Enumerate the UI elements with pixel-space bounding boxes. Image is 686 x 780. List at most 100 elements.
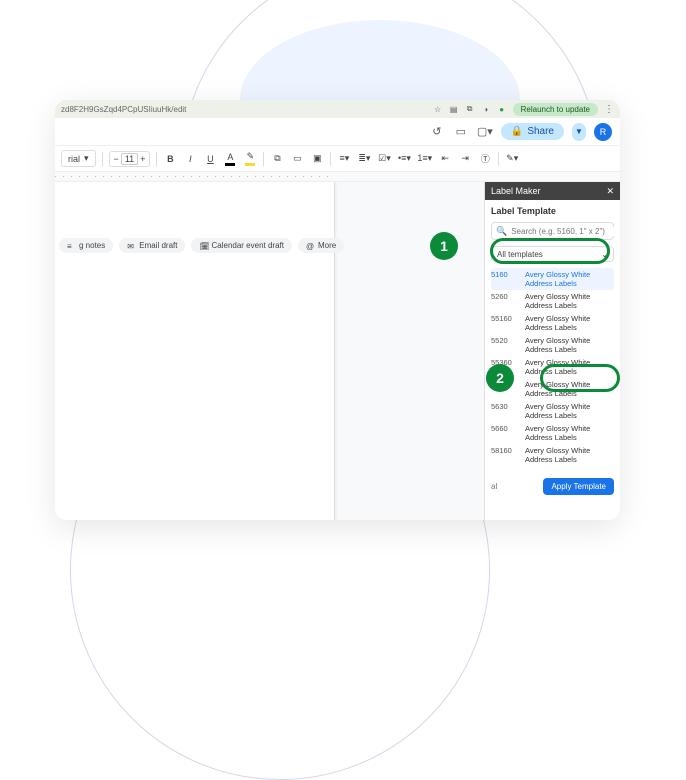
template-code: 55160 [491, 314, 519, 323]
star-icon[interactable]: ☆ [433, 104, 443, 114]
shield-icon[interactable]: ◑ [481, 104, 491, 114]
underline-button[interactable]: U [203, 151, 217, 167]
comment-icon[interactable]: ▭ [290, 151, 304, 167]
chip-label: More [318, 241, 336, 250]
browser-chrome: zd8F2H9GsZqd4PCpUSIiuuHk/edit ☆ ▤ ⧉ ◑ ● … [55, 100, 620, 118]
chip-email[interactable]: ✉ Email draft [119, 238, 185, 253]
template-code: 5260 [491, 292, 519, 301]
font-size-value[interactable]: 11 [121, 153, 138, 165]
template-code: 5630 [491, 402, 519, 411]
indent-increase-icon[interactable]: ⇥ [458, 151, 472, 167]
template-row[interactable]: 5520 Avery Glossy White Address Labels [491, 334, 614, 356]
image-icon[interactable]: ▣ [310, 151, 324, 167]
checklist-icon[interactable]: ☑▾ [377, 151, 391, 167]
line-spacing-button[interactable]: ≣▾ [357, 151, 371, 167]
separator [498, 152, 499, 166]
labelmaker-sidebar: Label Maker ✕ Label Template 🔍 All templ… [484, 182, 620, 520]
format-toolbar: rial ▾ − 11 + B I U A ✎ ⧉ ▭ ▣ ≡▾ ≣▾ ☑▾ •… [55, 146, 620, 172]
template-code: 58160 [491, 446, 519, 455]
document-canvas[interactable]: ≡ g notes ✉ Email draft 🗓 Calendar event dr… [55, 182, 484, 520]
dropdown-label: All templates [497, 250, 543, 259]
template-code: 5660 [491, 424, 519, 433]
editing-mode-icon[interactable]: ✎▾ [505, 151, 519, 167]
comments-icon[interactable]: ▭ [453, 124, 469, 140]
link-icon[interactable]: ⧉ [270, 151, 284, 167]
numbered-list-icon[interactable]: 1≡▾ [417, 151, 432, 167]
template-search[interactable]: 🔍 [491, 222, 614, 240]
browser-menu-icon[interactable]: ⋮ [604, 104, 614, 115]
ruler [55, 172, 620, 182]
at-icon: @ [306, 242, 314, 250]
chevron-down-icon: ⌄ [601, 250, 608, 259]
highlight-button[interactable]: ✎ [243, 151, 257, 167]
separator [330, 152, 331, 166]
chip-label: g notes [79, 241, 105, 250]
meet-icon[interactable]: ▢▾ [477, 124, 493, 140]
separator [102, 152, 103, 166]
update-dot-icon: ● [497, 104, 507, 114]
indent-decrease-icon[interactable]: ⇤ [438, 151, 452, 167]
annotation-badge-2: 2 [486, 364, 514, 392]
calendar-icon: 🗓 [199, 242, 207, 250]
chevron-down-icon: ▾ [84, 153, 89, 164]
separator [156, 152, 157, 166]
separator [263, 152, 264, 166]
relaunch-button[interactable]: Relaunch to update [513, 103, 598, 116]
template-row[interactable]: 55160 Avery Glossy White Address Labels [491, 312, 614, 334]
template-name: Avery Glossy White Address Labels [525, 292, 614, 310]
chip-calendar[interactable]: 🗓 Calendar event draft [191, 238, 292, 253]
align-button[interactable]: ≡▾ [337, 151, 351, 167]
extension-icon[interactable]: ⧉ [465, 104, 475, 114]
close-icon[interactable]: ✕ [606, 186, 614, 197]
notes-icon: ≡ [67, 242, 75, 250]
bold-button[interactable]: B [163, 151, 177, 167]
search-input[interactable] [511, 227, 620, 236]
template-row[interactable]: 5160Avery Glossy White Address Labels [491, 268, 614, 290]
history-icon[interactable]: ↺ [429, 124, 445, 140]
template-row[interactable]: 58160 Avery Glossy White Address Labels [491, 444, 614, 466]
app-window: zd8F2H9GsZqd4PCpUSIiuuHk/edit ☆ ▤ ⧉ ◑ ● … [55, 100, 620, 520]
text-color-button[interactable]: A [223, 151, 237, 167]
template-code: 5520 [491, 336, 519, 345]
url-fragment: zd8F2H9GsZqd4PCpUSIiuuHk/edit [61, 105, 427, 114]
section-label: Label Template [491, 206, 614, 216]
chip-label: Email draft [139, 241, 177, 250]
suggestion-chips: ≡ g notes ✉ Email draft 🗓 Calendar event dr… [55, 238, 344, 253]
template-row[interactable]: 5660 Avery Glossy White Address Labels [491, 422, 614, 444]
font-select[interactable]: rial ▾ [61, 150, 96, 167]
template-row[interactable]: 5260 Avery Glossy White Address Labels [491, 290, 614, 312]
translate-icon[interactable]: ▤ [449, 104, 459, 114]
templates-dropdown[interactable]: All templates ⌄ [491, 246, 614, 262]
share-button[interactable]: 🔒 Share [501, 123, 564, 140]
sidebar-titlebar: Label Maker ✕ [485, 182, 620, 200]
template-name: Avery Glossy White Address Labels [525, 424, 614, 442]
template-row[interactable]: 5630 Avery Glossy White Address Labels [491, 400, 614, 422]
template-name: Avery Glossy White Address Labels [525, 358, 614, 376]
avatar[interactable]: R [594, 123, 612, 141]
template-name: Avery Glossy White Address Labels [525, 270, 614, 288]
template-name: Avery Glossy White Address Labels [525, 380, 614, 398]
template-name: Avery Glossy White Address Labels [525, 336, 614, 354]
italic-button[interactable]: I [183, 151, 197, 167]
minus-button[interactable]: − [114, 154, 119, 164]
clear-format-icon[interactable]: Ⓣ [478, 151, 492, 167]
share-label: Share [527, 126, 554, 137]
docs-topbar: ↺ ▭ ▢▾ 🔒 Share ▼ R [55, 118, 620, 146]
share-dropdown[interactable]: ▼ [572, 123, 586, 141]
font-size-control[interactable]: − 11 + [109, 151, 151, 167]
chip-notes[interactable]: ≡ g notes [59, 238, 113, 253]
search-icon: 🔍 [496, 226, 507, 237]
email-icon: ✉ [127, 242, 135, 250]
lock-icon: 🔒 [511, 126, 523, 137]
apply-template-button[interactable]: Apply Template [543, 478, 614, 495]
sidebar-title: Label Maker [491, 186, 541, 196]
bulleted-list-icon[interactable]: •≡▾ [397, 151, 411, 167]
chip-label: Calendar event draft [211, 241, 284, 250]
page[interactable] [55, 182, 335, 520]
chip-more[interactable]: @ More [298, 238, 344, 253]
cancel-text[interactable]: al [491, 482, 497, 491]
template-name: Avery Glossy White Address Labels [525, 402, 614, 420]
template-name: Avery Glossy White Address Labels [525, 314, 614, 332]
template-name: Avery Glossy White Address Labels [525, 446, 614, 464]
plus-button[interactable]: + [140, 154, 145, 164]
